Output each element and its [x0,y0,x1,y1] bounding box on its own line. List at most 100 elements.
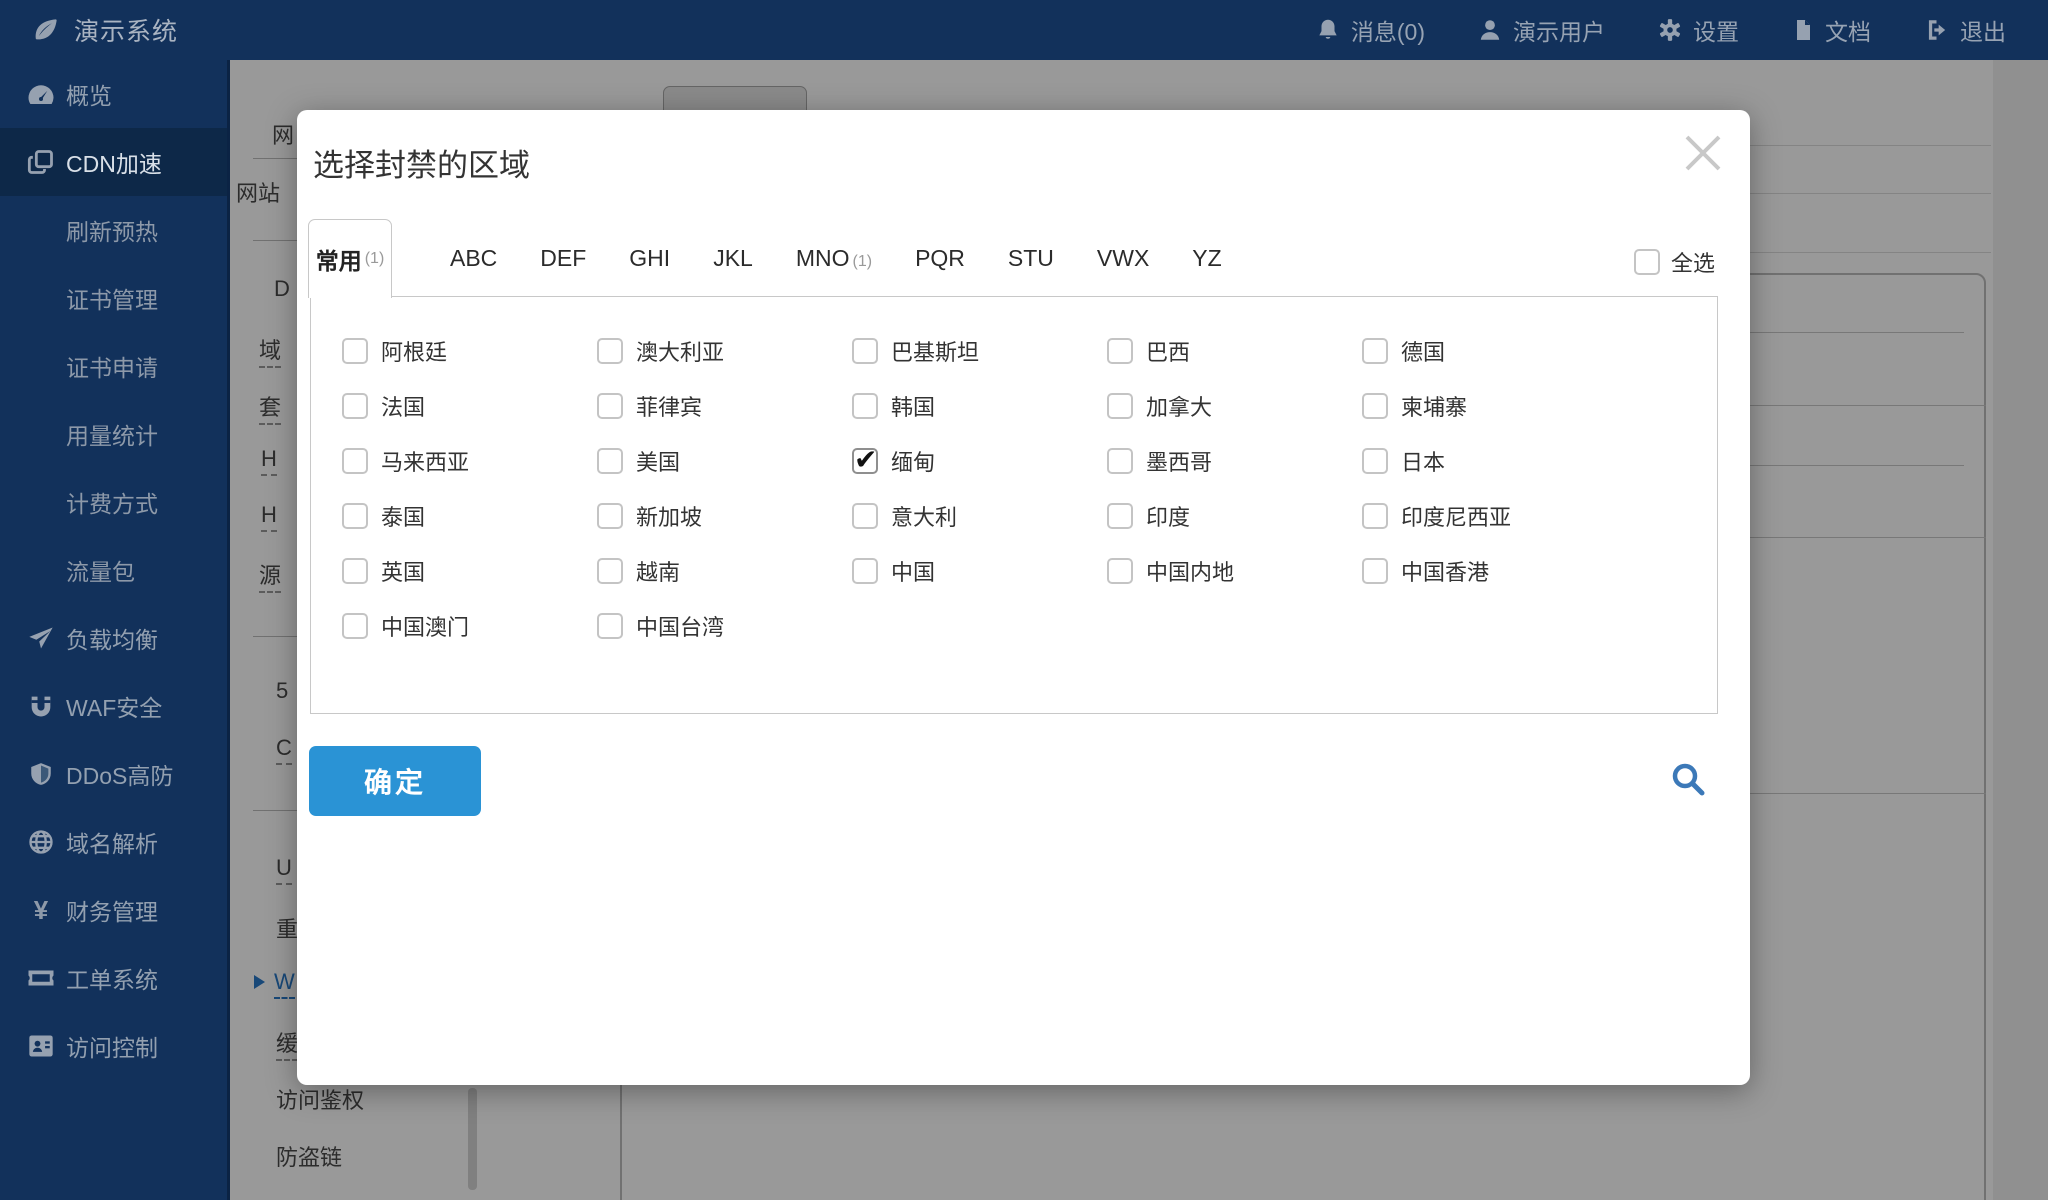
sidebar-item-8[interactable]: 负载均衡 [0,604,227,672]
region-item-18[interactable]: 印度 [1107,488,1362,543]
checkbox[interactable] [342,393,368,419]
checkbox[interactable] [852,338,878,364]
sidebar-item-4[interactable]: 证书申请 [0,332,227,400]
checkbox[interactable] [1107,558,1133,584]
checkbox[interactable] [342,448,368,474]
sidebar-item-14[interactable]: 访问控制 [0,1012,227,1080]
checkbox[interactable] [597,503,623,529]
tab-changyong[interactable]: 常用 (1) [308,219,392,298]
tab-yz[interactable]: YZ [1192,245,1221,272]
region-item-17[interactable]: 意大利 [852,488,1107,543]
sidebar-item-5[interactable]: 用量统计 [0,400,227,468]
region-item-8[interactable]: 加拿大 [1107,378,1362,433]
region-item-9[interactable]: 柬埔寨 [1362,378,1617,433]
document-icon [1791,17,1815,43]
region-item-22[interactable]: 中国 [852,543,1107,598]
tab-jkl[interactable]: JKL [713,245,753,272]
region-item-19[interactable]: 印度尼西亚 [1362,488,1617,543]
region-item-21[interactable]: 越南 [597,543,852,598]
region-item-26[interactable]: 中国台湾 [597,598,852,653]
region-label: 德国 [1401,335,1445,367]
region-item-23[interactable]: 中国内地 [1107,543,1362,598]
checkbox[interactable] [1107,393,1133,419]
navbar-item-2[interactable]: 设置 [1657,13,1739,47]
checkbox[interactable] [852,503,878,529]
sidebar-item-1[interactable]: CDN加速 [0,128,227,196]
region-item-2[interactable]: 巴基斯坦 [852,323,1107,378]
region-item-25[interactable]: 中国澳门 [342,598,597,653]
region-item-4[interactable]: 德国 [1362,323,1617,378]
navbar-item-0[interactable]: 消息(0) [1315,13,1425,47]
select-all-checkbox[interactable]: 全选 [1634,246,1715,278]
checkbox[interactable] [342,558,368,584]
sidebar-item-0[interactable]: 概览 [0,60,227,128]
checkbox[interactable] [342,613,368,639]
select-all-box[interactable] [1634,249,1660,275]
checkbox[interactable] [597,558,623,584]
region-item-15[interactable]: 泰国 [342,488,597,543]
region-item-1[interactable]: 澳大利亚 [597,323,852,378]
region-item-7[interactable]: 韩国 [852,378,1107,433]
region-item-12[interactable]: 缅甸 [852,433,1107,488]
region-label: 中国台湾 [636,610,724,642]
sidebar-item-2[interactable]: 刷新预热 [0,196,227,264]
navbar-item-1[interactable]: 演示用户 [1477,13,1605,47]
region-item-5[interactable]: 法国 [342,378,597,433]
tab-mno[interactable]: MNO(1) [796,245,872,272]
checkbox[interactable] [1362,558,1388,584]
confirm-button[interactable]: 确定 [309,746,481,816]
tab-stu[interactable]: STU [1008,245,1054,272]
tab-def[interactable]: DEF [540,245,586,272]
region-label: 阿根廷 [381,335,447,367]
checkbox[interactable] [1107,448,1133,474]
search-icon[interactable] [1669,760,1709,800]
region-item-14[interactable]: 日本 [1362,433,1617,488]
sidebar-item-12[interactable]: ¥财务管理 [0,876,227,944]
tab-label: ABC [450,245,497,271]
checkbox[interactable] [1362,338,1388,364]
sidebar-item-9[interactable]: WAF安全 [0,672,227,740]
sidebar-item-10[interactable]: DDoS高防 [0,740,227,808]
screen: 网网站D域套HH源5CU重W缓访问鉴权防盗链 演示系统 消息(0)演示用户设置文… [0,0,2048,1200]
close-icon[interactable] [1678,128,1728,178]
region-item-20[interactable]: 英国 [342,543,597,598]
tab-abc[interactable]: ABC [450,245,497,272]
sidebar-item-6[interactable]: 计费方式 [0,468,227,536]
checkbox[interactable] [852,558,878,584]
checkbox[interactable] [1107,338,1133,364]
checkbox[interactable] [1362,448,1388,474]
tab-pqr[interactable]: PQR [915,245,965,272]
region-label: 英国 [381,555,425,587]
brand[interactable]: 演示系统 [0,12,178,48]
region-item-13[interactable]: 墨西哥 [1107,433,1362,488]
region-item-24[interactable]: 中国香港 [1362,543,1617,598]
navbar-item-4[interactable]: 退出 [1923,13,2006,47]
sidebar-item-13[interactable]: 工单系统 [0,944,227,1012]
region-item-0[interactable]: 阿根廷 [342,323,597,378]
checkbox[interactable] [342,338,368,364]
checkbox[interactable] [852,393,878,419]
checkbox[interactable] [1362,393,1388,419]
sidebar-item-label: CDN加速 [66,145,162,179]
tab-ghi[interactable]: GHI [629,245,670,272]
navbar-item-label: 退出 [1960,13,2006,47]
region-item-6[interactable]: 菲律宾 [597,378,852,433]
tab-vwx[interactable]: VWX [1097,245,1149,272]
checkbox[interactable] [1362,503,1388,529]
checkbox[interactable] [342,503,368,529]
checkbox[interactable] [597,613,623,639]
sidebar-item-7[interactable]: 流量包 [0,536,227,604]
region-item-10[interactable]: 马来西亚 [342,433,597,488]
checkbox[interactable] [597,338,623,364]
sidebar-item-11[interactable]: 域名解析 [0,808,227,876]
checkbox[interactable] [1107,503,1133,529]
region-item-3[interactable]: 巴西 [1107,323,1362,378]
region-item-11[interactable]: 美国 [597,433,852,488]
navbar-item-3[interactable]: 文档 [1791,13,1871,47]
checkmark-icon[interactable] [852,448,878,474]
sidebar-item-3[interactable]: 证书管理 [0,264,227,332]
tab-label: JKL [713,245,753,271]
region-item-16[interactable]: 新加坡 [597,488,852,543]
checkbox[interactable] [597,393,623,419]
checkbox[interactable] [597,448,623,474]
